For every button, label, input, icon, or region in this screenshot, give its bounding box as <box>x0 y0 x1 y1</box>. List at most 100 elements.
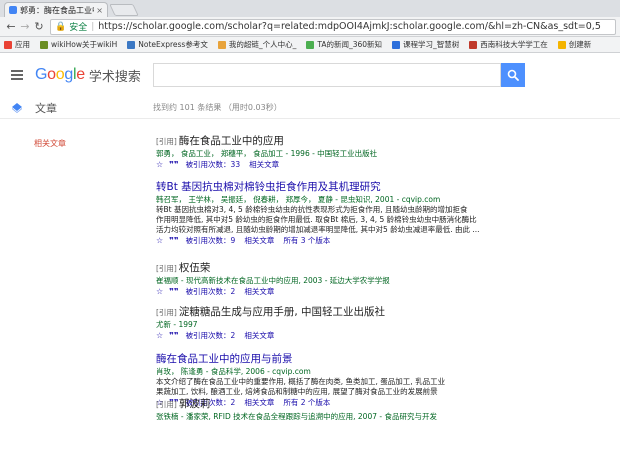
tab-close-icon[interactable]: × <box>96 6 103 15</box>
bookmark-favicon-icon <box>40 40 48 49</box>
bookmark-label: 西南科技大学学工在 <box>480 40 548 49</box>
result-item: [引用] 酶在食品工业中的应用 郭勇， 食品工业， 郑穗平， 食品加工 - 1996… <box>156 135 528 171</box>
related-articles-link[interactable]: 相关文章 <box>249 159 279 171</box>
bookmark-label: 我的超链_个人中心_ <box>228 40 297 49</box>
bookmark-label: TA的新闻_360新知 <box>317 40 383 49</box>
related-articles-link[interactable]: 相关文章 <box>244 330 274 342</box>
bookmark-item[interactable]: 西南科技大学学工在 <box>469 39 548 50</box>
cited-by-link[interactable]: 被引用次数：33 <box>186 159 241 171</box>
result-actions: ☆ ❞❞ 被引用次数：33 相关文章 <box>156 159 528 171</box>
bookmark-item[interactable]: 课程学习_智慧树 <box>392 39 459 50</box>
left-sidebar: 相关文章 <box>34 138 66 149</box>
cited-by-link[interactable]: 被引用次数：2 <box>186 286 236 298</box>
tab-title: 郭勇：酶在食品工业中的 <box>20 5 94 15</box>
cited-by-link[interactable]: 被引用次数：2 <box>186 330 236 342</box>
result-title[interactable]: 转Bt 基因抗虫棉对棉铃虫拒食作用及其机理研究 <box>156 181 528 194</box>
hamburger-menu-icon[interactable] <box>11 70 23 80</box>
result-snippet-line: 转Bt 基因抗虫棉对3, 4, 5 龄棉铃虫幼虫的抗性表现形式为拒食作用, 且随… <box>156 205 468 214</box>
result-meta: 郭勇， 食品工业， 郑穗平， 食品加工 - 1996 - 中国轻工业出版社 <box>156 149 378 158</box>
scholar-header: Google 学术搜索 <box>0 53 620 97</box>
bookmark-favicon-icon <box>306 40 315 49</box>
google-logo[interactable]: Google <box>35 66 85 84</box>
result-meta: 尤新 - 1997 <box>156 320 198 329</box>
result-title-text[interactable]: 酶在食品工业中的应用与前景 <box>156 353 293 365</box>
result-item: 转Bt 基因抗虫棉对棉铃虫拒食作用及其机理研究韩召军， 王学林， 吴振廷， 倪春… <box>156 181 528 247</box>
cited-by-link[interactable]: 被引用次数：9 <box>186 235 236 247</box>
result-snippet-line: 活力均较对照有所减退, 且随幼虫龄期的增加减退率明显降低, 其中对5 龄幼虫减退… <box>156 225 480 234</box>
tab-strip: 郭勇：酶在食品工业中的 × <box>0 0 620 17</box>
scholar-favicon-icon <box>9 6 17 14</box>
bookmark-label: 课程学习_智慧树 <box>403 40 460 49</box>
result-meta: 肖玫， 陈逢勇 - 食品科学, 2006 - cqvip.com <box>156 367 311 376</box>
address-bar[interactable]: 🔒 安全 | https://scholar.google.com/schola… <box>50 18 616 35</box>
forward-arrow-icon[interactable]: → <box>18 20 32 33</box>
bookmark-item[interactable]: 应用 <box>4 39 30 50</box>
search-button[interactable] <box>500 63 525 87</box>
search-icon <box>507 69 519 81</box>
result-actions: ☆ ❞❞ 被引用次数：2 相关文章 <box>156 286 528 298</box>
bookmark-item[interactable]: 我的超链_个人中心_ <box>217 39 297 50</box>
apps-grid-icon <box>4 40 12 49</box>
save-star-icon[interactable]: ☆ <box>156 330 163 342</box>
bookmark-item[interactable]: TA的新闻_360新知 <box>306 39 382 50</box>
back-arrow-icon[interactable]: ← <box>4 20 18 33</box>
result-item: [引用] 权伍荣 崔福顺 - 现代高新技术在食品工业中的应用, 2003 - 延边大… <box>156 262 528 298</box>
url-text[interactable]: https://scholar.google.com/scholar?q=rel… <box>98 21 601 32</box>
result-title[interactable]: [引用] 酶在食品工业中的应用 <box>156 135 528 148</box>
save-star-icon[interactable]: ☆ <box>156 286 163 298</box>
articles-diamond-icon <box>12 102 22 113</box>
result-title-text: 权伍荣 <box>178 262 211 274</box>
result-item: [引用] 淀糖糖品生成与应用手册, 中国轻工业出版社 尤新 - 1997 ☆ ❞❞ 被引用… <box>156 306 528 342</box>
result-item: [引用] 郭波莉 张铁楠 - 潘家荣, RFID 技术在食品全程跟踪与追溯中的应用,… <box>156 398 528 422</box>
result-title-text: 酶在食品工业中的应用 <box>178 135 284 147</box>
bookmark-favicon-icon <box>392 40 401 49</box>
new-tab-button[interactable] <box>109 4 139 16</box>
save-star-icon[interactable]: ☆ <box>156 159 163 171</box>
bookmark-favicon-icon <box>557 40 566 49</box>
result-title[interactable]: [引用] 淀糖糖品生成与应用手册, 中国轻工业出版社 <box>156 306 528 319</box>
cite-quote-icon[interactable]: ❞❞ <box>169 235 178 247</box>
results-subbar: 文章 找到约 101 条结果 （用时0.03秒） <box>0 97 620 119</box>
result-meta: 张铁楠 - 潘家荣, RFID 技术在食品全程跟踪与追溯中的应用, 2007 -… <box>156 412 437 421</box>
result-snippet-line: 果蔬加工, 饮料, 酿酒工业, 焙烤食品和制糖中的应用, 展望了酶对食品工业的发… <box>156 387 438 396</box>
result-title[interactable]: [引用] 郭波莉 <box>156 398 528 411</box>
all-versions-link[interactable]: 所有 3 个版本 <box>283 235 330 247</box>
articles-label[interactable]: 文章 <box>35 100 153 116</box>
omnibox-separator: | <box>91 21 95 32</box>
bookmarks-bar: 应用 wikiHow关于wikiH NoteExpress参考文 我的超链_个人中心_… <box>0 37 620 53</box>
related-articles-link[interactable]: 相关文章 <box>244 235 274 247</box>
result-title-text: 郭波莉 <box>178 398 211 410</box>
related-articles-link[interactable]: 相关文章 <box>244 286 274 298</box>
result-actions: ☆ ❞❞ 被引用次数：2 相关文章 <box>156 330 528 342</box>
result-title[interactable]: [引用] 权伍荣 <box>156 262 528 275</box>
result-title[interactable]: 酶在食品工业中的应用与前景 <box>156 353 528 366</box>
bookmark-label: NoteExpress参考文 <box>138 40 208 49</box>
result-title-text: 淀糖糖品生成与应用手册, 中国轻工业出版社 <box>178 306 386 318</box>
citation-tag: [引用] <box>156 264 177 273</box>
result-meta: 崔福顺 - 现代高新技术在食品工业中的应用, 2003 - 延边大学农学学报 <box>156 276 390 285</box>
cite-quote-icon[interactable]: ❞❞ <box>169 286 178 298</box>
bookmark-favicon-icon <box>469 40 478 49</box>
result-title-text[interactable]: 转Bt 基因抗虫棉对棉铃虫拒食作用及其机理研究 <box>156 181 381 193</box>
cite-quote-icon[interactable]: ❞❞ <box>169 159 178 171</box>
bookmark-label: wikiHow关于wikiH <box>51 40 118 49</box>
reload-icon[interactable]: ↻ <box>32 20 46 33</box>
search-input[interactable] <box>152 63 501 87</box>
result-snippet-line: 作用明显降低, 其中对5 龄幼虫的拒食作用最低. 取食Bt 棉后, 3, 4, … <box>156 215 477 224</box>
result-count: 找到约 101 条结果 （用时0.03秒） <box>153 103 282 112</box>
cite-quote-icon[interactable]: ❞❞ <box>169 330 178 342</box>
sidebar-item-related-articles[interactable]: 相关文章 <box>34 139 66 148</box>
bookmark-item[interactable]: wikiHow关于wikiH <box>40 39 117 50</box>
citation-tag: [引用] <box>156 137 177 146</box>
browser-tab-active[interactable]: 郭勇：酶在食品工业中的 × <box>4 2 108 17</box>
browser-toolbar: ← → ↻ 🔒 安全 | https://scholar.google.com/… <box>0 17 620 37</box>
result-actions: ☆ ❞❞ 被引用次数：9 相关文章 所有 3 个版本 <box>156 235 528 247</box>
result-meta: 韩召军， 王学林， 吴振廷， 倪春耕， 郑厚今， 夏静 - 昆虫知识, 2001… <box>156 195 441 204</box>
save-star-icon[interactable]: ☆ <box>156 235 163 247</box>
result-snippet-line: 本文介绍了酶在食品工业中的重要作用, 概括了酶在肉类, 鱼类加工, 蛋品加工, … <box>156 377 446 386</box>
citation-tag: [引用] <box>156 400 177 409</box>
bookmark-item[interactable]: 创建新 <box>557 39 591 50</box>
bookmark-item[interactable]: NoteExpress参考文 <box>127 39 208 50</box>
bookmark-label: 应用 <box>15 40 30 49</box>
lock-icon: 🔒 <box>55 21 67 32</box>
